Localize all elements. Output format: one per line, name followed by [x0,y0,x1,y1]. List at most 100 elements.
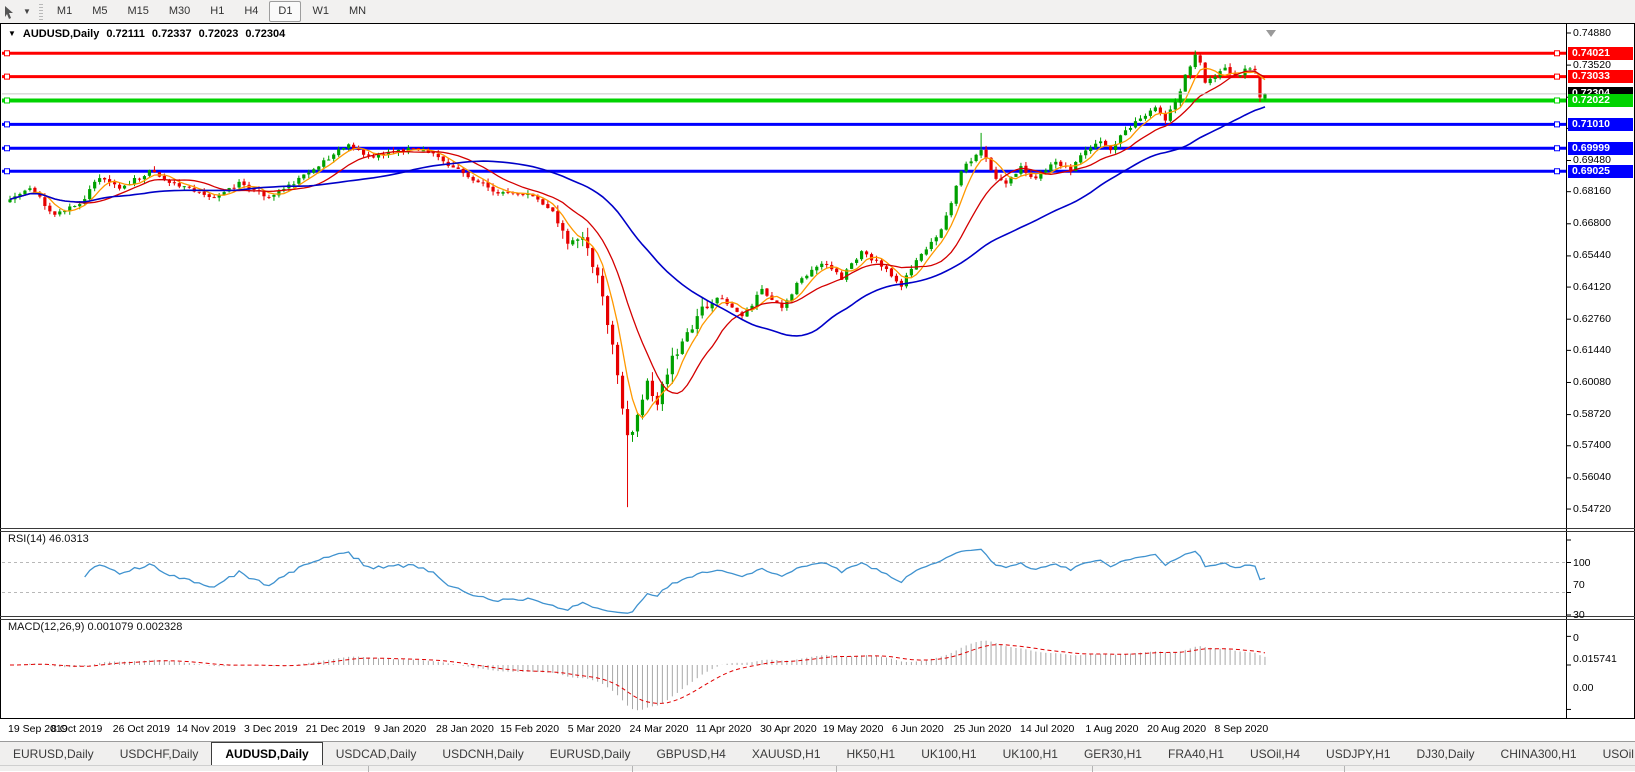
price-tick-label: 0.58720 [1573,408,1611,421]
date-label: 25 Jun 2020 [954,723,1012,735]
price-tick-label: 0.62760 [1573,313,1611,326]
date-label: 6 Jun 2020 [892,723,944,735]
hline-handle[interactable] [1555,74,1560,79]
chart-tab-bar: EURUSD,DailyUSDCHF,DailyAUDUSD,DailyUSDC… [0,741,1635,765]
rsi-label: RSI(14) 46.0313 [8,533,89,545]
macd-axis-label: 0.00 [1573,682,1593,695]
chart-title: ▼ AUDUSD,Daily 0.72111 0.72337 0.72023 0… [8,28,287,40]
horizontal-lines-layer[interactable] [2,51,1566,174]
date-label: 3 Dec 2019 [244,723,298,735]
hline-price-label: 0.73033 [1568,70,1633,83]
period-button-M15[interactable]: M15 [118,1,157,22]
hline-price-label: 0.69999 [1568,142,1633,155]
date-label: 1 Aug 2020 [1085,723,1138,735]
hline-handle[interactable] [1555,98,1560,103]
toolbar: ▼ M1M5M15M30H1H4D1W1MN [0,0,1635,23]
macd-value-signal: 0.002328 [136,621,182,633]
ma-mid-line [10,71,1265,394]
hline-handle[interactable] [1555,146,1560,151]
date-label: 8 Sep 2020 [1214,723,1268,735]
price-tick-label: 0.74880 [1573,27,1611,40]
period-button-M30[interactable]: M30 [160,1,199,22]
tab-item-china300-h1[interactable]: CHINA300,H1 [1488,742,1590,765]
tab-item-usdcnh-daily[interactable]: USDCNH,Daily [429,742,536,765]
ma-fast-line [10,68,1265,418]
tab-item-xauusd-h1[interactable]: XAUUSD,H1 [739,742,834,765]
status-divider [1344,766,1345,772]
hline-handle[interactable] [5,146,10,151]
hline-handle[interactable] [5,169,10,174]
status-divider [632,766,633,772]
status-divider [368,766,369,772]
chart-window: ▼ AUDUSD,Daily 0.72111 0.72337 0.72023 0… [0,23,1635,718]
hline-handle[interactable] [5,74,10,79]
macd-histogram [10,641,1265,711]
tab-item-audusd-daily[interactable]: AUDUSD,Daily [211,742,322,765]
date-label: 21 Dec 2019 [306,723,366,735]
date-label: 8 Oct 2019 [51,723,102,735]
period-button-H4[interactable]: H4 [235,1,267,22]
rsi-line [85,549,1265,613]
period-button-H1[interactable]: H1 [201,1,233,22]
tab-item-uk100-h1[interactable]: UK100,H1 [990,742,1071,765]
rsi-name: RSI(14) [8,533,46,545]
tab-item-usoil-h1[interactable]: USOil,H1 [1590,742,1635,765]
rsi-axis-label: 100 [1573,557,1591,570]
price-tick-label: 0.61440 [1573,344,1611,357]
date-axis[interactable]: 19 Sep 20198 Oct 201926 Oct 201914 Nov 2… [0,718,1635,741]
period-button-M1[interactable]: M1 [48,1,81,22]
tab-item-eurusd-daily[interactable]: EURUSD,Daily [0,742,107,765]
hline-handle[interactable] [1555,51,1560,56]
period-button-W1[interactable]: W1 [303,1,338,22]
tab-item-usdcad-daily[interactable]: USDCAD,Daily [323,742,430,765]
period-button-MN[interactable]: MN [340,1,375,22]
tab-item-usoil-h4[interactable]: USOil,H4 [1237,742,1313,765]
hline-handle[interactable] [1555,122,1560,127]
tab-item-usdchf-daily[interactable]: USDCHF,Daily [107,742,212,765]
title-open: 0.72111 [106,28,145,40]
rsi-value: 46.0313 [49,533,89,545]
title-high: 0.72337 [152,28,192,40]
period-button-M5[interactable]: M5 [83,1,116,22]
chart-canvas[interactable] [0,23,1635,718]
hline-handle[interactable] [5,98,10,103]
price-tick-label: 0.60080 [1573,376,1611,389]
hline-handle[interactable] [1555,169,1560,174]
tool-dropdown-caret[interactable]: ▼ [23,7,31,16]
tab-item-ger30-h1[interactable]: GER30,H1 [1071,742,1155,765]
status-divider [1092,766,1093,772]
tab-item-uk100-h1[interactable]: UK100,H1 [908,742,989,765]
hline-handle[interactable] [5,122,10,127]
date-label: 14 Nov 2019 [176,723,236,735]
tab-item-eurusd-daily[interactable]: EURUSD,Daily [537,742,644,765]
hline-price-label: 0.71010 [1568,118,1633,131]
date-label: 11 Apr 2020 [696,723,752,735]
tab-item-gbpusd-h4[interactable]: GBPUSD,H4 [643,742,738,765]
title-symbol: AUDUSD,Daily [23,28,99,40]
tab-item-usdjpy-h1[interactable]: USDJPY,H1 [1313,742,1403,765]
tab-item-hk50-h1[interactable]: HK50,H1 [834,742,909,765]
date-label: 26 Oct 2019 [113,723,170,735]
tab-item-dj30-daily[interactable]: DJ30,Daily [1404,742,1488,765]
date-label: 15 Feb 2020 [500,723,559,735]
period-button-D1[interactable]: D1 [269,1,301,22]
chart-frame [0,23,1635,718]
macd-name: MACD(12,26,9) [8,621,84,633]
date-label: 14 Jul 2020 [1020,723,1074,735]
price-tick-label: 0.66800 [1573,217,1611,230]
period-button-group: M1M5M15M30H1H4D1W1MN [48,1,375,22]
toolbar-grip[interactable] [39,4,43,20]
tab-item-fra40-h1[interactable]: FRA40,H1 [1155,742,1237,765]
date-label: 24 Mar 2020 [630,723,689,735]
hline-handle[interactable] [5,51,10,56]
hline-price-label: 0.69025 [1568,165,1633,178]
rsi-axis-label: 70 [1573,579,1585,592]
crosshair-tool-icon[interactable] [2,4,18,20]
title-low: 0.72023 [199,28,239,40]
date-label: 30 Apr 2020 [760,723,817,735]
candles-layer [8,50,1266,507]
price-tick-label: 0.65440 [1573,249,1611,262]
date-label: 20 Aug 2020 [1147,723,1206,735]
hline-price-label: 0.74021 [1568,47,1633,60]
date-label: 28 Jan 2020 [436,723,494,735]
